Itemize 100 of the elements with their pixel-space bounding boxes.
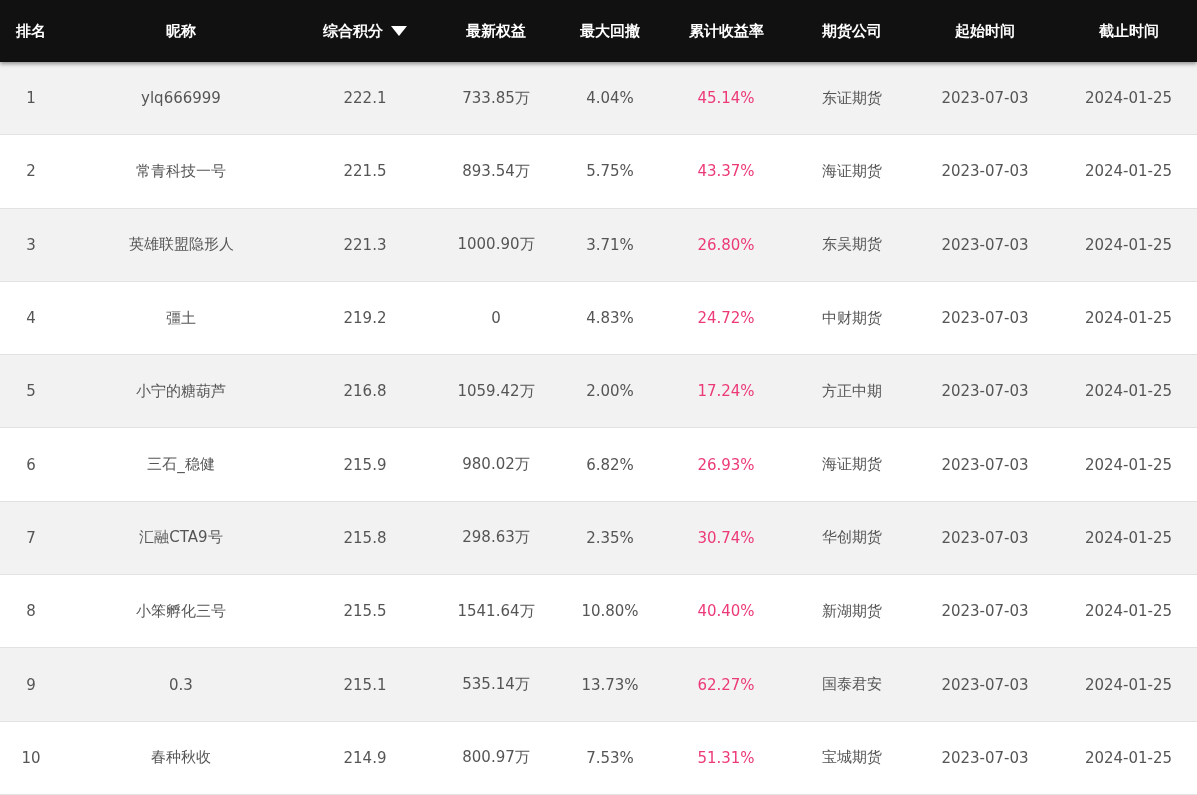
table-cell: 10.80% [581,602,639,621]
table-cell: 3 [26,235,36,254]
table-cell: 221.5 [343,162,387,181]
table-cell: 980.02万 [462,455,530,475]
table-cell: 215.9 [343,455,387,474]
table-cell: 宝城期货 [822,748,882,768]
table-cell: 2023-07-03 [941,675,1029,694]
table-cell: 8 [26,602,36,621]
table-cell: 215.1 [343,675,387,694]
table-cell: 4.83% [586,309,634,328]
table-cell: 26.93% [697,455,755,474]
table-cell: 2024-01-25 [1084,309,1173,328]
table-cell: 新湖期货 [822,601,882,621]
table-cell: 2.00% [586,382,634,401]
table-cell: 春种秋收 [151,748,211,768]
table-cell: 海证期货 [822,161,882,181]
table-cell: 7 [26,528,36,547]
table-cell: 6.82% [586,455,634,474]
sort-descending-icon[interactable] [391,26,407,36]
column-header[interactable]: 最新权益 [466,21,526,41]
table-cell: 海证期货 [822,455,882,475]
table-cell: 2023-07-03 [941,528,1029,547]
table-cell: 华创期货 [822,528,882,548]
column-header[interactable]: 累计收益率 [688,21,764,41]
table-cell: ylq666999 [141,89,221,108]
table-cell: 2024-01-25 [1084,89,1173,108]
table-cell: 219.2 [343,309,387,328]
table-cell: 2024-01-25 [1084,748,1173,767]
column-header[interactable]: 排名 [16,21,46,41]
table-cell: 893.54万 [462,161,530,181]
table-cell: 2023-07-03 [941,162,1029,181]
table-cell: 215.8 [343,528,387,547]
table-cell: 2024-01-25 [1084,162,1173,181]
table-cell: 2024-01-25 [1084,455,1173,474]
table-cell: 国泰君安 [822,675,882,694]
column-header[interactable]: 期货公司 [822,21,882,41]
table-cell: 彊土 [166,308,196,328]
table-cell: 800.97万 [462,748,530,768]
table-cell: 215.5 [343,602,387,621]
table-cell: 214.9 [343,748,387,767]
column-header[interactable]: 最大回撤 [580,21,640,41]
table-cell: 733.85万 [462,88,530,108]
table-cell: 中财期货 [822,308,882,328]
table-cell: 0 [491,309,501,328]
table-cell: 9 [26,675,36,694]
table-cell: 2023-07-03 [941,309,1029,328]
table-cell: 2023-07-03 [941,602,1029,621]
table-cell: 东吴期货 [822,235,882,255]
table-cell: 43.37% [697,162,755,181]
column-header[interactable]: 综合积分 [323,21,383,41]
table-cell: 45.14% [697,89,755,108]
table-cell: 2024-01-25 [1084,235,1173,254]
table-cell: 小笨孵化三号 [136,601,226,621]
table-cell: 英雄联盟隐形人 [128,235,234,255]
table-cell: 3.71% [586,235,634,254]
table-cell: 4 [26,309,36,328]
column-header[interactable]: 昵称 [166,21,196,41]
table-cell: 2023-07-03 [941,235,1029,254]
table-cell: 东证期货 [822,88,882,108]
table-cell: 2023-07-03 [941,382,1029,401]
table-cell: 40.40% [697,602,755,621]
table-cell: 222.1 [343,89,387,108]
table-cell: 10 [21,748,41,767]
table-cell: 216.8 [343,382,387,401]
column-header[interactable]: 截止时间 [1098,21,1159,41]
table-cell: 2024-01-25 [1084,675,1173,694]
table-cell: 2 [26,162,36,181]
table-cell: 298.63万 [462,528,530,548]
table-cell: 2023-07-03 [941,455,1029,474]
table-cell: 常青科技一号 [136,161,226,181]
table-cell: 5 [26,382,36,401]
table-cell: 1000.90万 [457,235,535,255]
table-cell: 1 [26,89,36,108]
table-cell: 1059.42万 [457,381,535,401]
table-cell: 方正中期 [822,381,882,401]
table-cell: 2023-07-03 [941,89,1029,108]
column-header[interactable]: 起始时间 [955,21,1015,41]
table-cell: 2024-01-25 [1084,382,1173,401]
table-cell: 13.73% [581,675,639,694]
table-cell: 17.24% [697,382,755,401]
table-cell: 5.75% [586,162,634,181]
table-cell: 2023-07-03 [941,748,1029,767]
table-cell: 7.53% [586,748,634,767]
table-cell: 三石_稳健 [147,455,215,475]
table-cell: 51.31% [697,748,755,767]
table-cell: 1541.64万 [457,601,535,621]
table-cell: 62.27% [697,675,755,694]
table-cell: 0.3 [169,675,193,694]
table-cell: 2024-01-25 [1084,528,1173,547]
table-cell: 6 [26,455,36,474]
table-cell: 4.04% [586,89,634,108]
table-cell: 30.74% [697,528,755,547]
table-cell: 小宁的糖葫芦 [136,381,226,401]
table-cell: 汇融CTA9号 [139,528,223,548]
table-cell: 2024-01-25 [1084,602,1173,621]
table-cell: 24.72% [697,309,755,328]
table-cell: 26.80% [697,235,755,254]
table-cell: 2.35% [586,528,634,547]
table-cell: 535.14万 [462,675,530,694]
table-cell: 221.3 [343,235,387,254]
